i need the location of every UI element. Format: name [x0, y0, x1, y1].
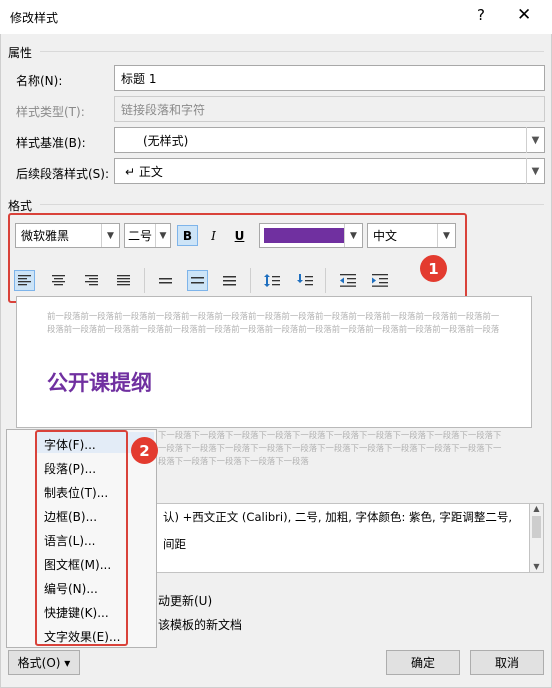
name-label: 名称(N):: [16, 74, 63, 88]
style-type-value: 链接段落和字符: [121, 103, 206, 117]
decrease-indent-button[interactable]: [337, 270, 358, 291]
chevron-down-icon[interactable]: ▼: [526, 158, 544, 184]
preview-heading: 公开课提纲: [47, 371, 152, 395]
one-half-spacing-icon: [191, 277, 204, 284]
increase-indent-icon: [371, 274, 388, 287]
double-spacing-button[interactable]: [219, 270, 240, 291]
chevron-down-icon[interactable]: ▼: [526, 127, 544, 153]
menu-highlight-box: [35, 430, 128, 646]
increase-indent-button[interactable]: [369, 270, 390, 291]
size-value: 二号: [128, 229, 153, 243]
help-button[interactable]: ?: [477, 6, 485, 24]
chevron-down-icon: ▼: [101, 224, 119, 247]
align-right-icon: [85, 275, 98, 286]
size-select[interactable]: 二号 ▼: [124, 223, 171, 248]
space-before-decrease-button[interactable]: [294, 270, 315, 291]
space-before-increase-button[interactable]: [261, 270, 282, 291]
format-button[interactable]: 格式(O) ▾: [8, 650, 80, 675]
ok-button[interactable]: 确定: [386, 650, 460, 675]
single-spacing-icon: [159, 278, 172, 284]
name-field[interactable]: 标题 1: [114, 65, 545, 91]
language-select[interactable]: 中文 ▼: [367, 223, 456, 248]
align-right-button[interactable]: [81, 270, 102, 291]
based-on-value: (无样式): [143, 134, 189, 148]
dialog-title: 修改样式: [10, 11, 59, 25]
align-center-icon: [52, 275, 65, 286]
language-value: 中文: [373, 229, 398, 243]
font-color-swatch: [264, 228, 344, 243]
double-spacing-icon: [223, 276, 236, 286]
next-style-select[interactable]: ↵ 正文: [114, 158, 545, 184]
style-preview: 前一段落前一段落前一段落前一段落前一段落前一段落前一段落前一段落前一段落前一段落…: [16, 296, 532, 428]
annotation-badge-1: 1: [420, 255, 447, 282]
based-on-select[interactable]: (无样式): [114, 127, 545, 153]
style-type-select[interactable]: 链接段落和字符: [114, 96, 545, 122]
scroll-down-icon[interactable]: ▼: [530, 562, 543, 571]
cancel-button[interactable]: 取消: [470, 650, 544, 675]
next-style-label: 后续段落样式(S):: [16, 167, 110, 181]
template-radio-label[interactable]: 该模板的新文档: [158, 616, 242, 633]
chevron-down-icon: ▼: [155, 224, 170, 247]
preview-previous-paragraph: 前一段落前一段落前一段落前一段落前一段落前一段落前一段落前一段落前一段落前一段落…: [47, 311, 500, 334]
preview-next-paragraph: 下一段落下一段落下一段落下一段落下一段落下一段落下一段落下一段落下一段落下一段落…: [158, 430, 502, 466]
scroll-up-icon[interactable]: ▲: [530, 504, 543, 513]
align-left-button[interactable]: [14, 270, 35, 291]
single-spacing-button[interactable]: [155, 270, 176, 291]
chevron-down-icon: ▼: [437, 224, 455, 247]
align-left-icon: [18, 275, 31, 286]
font-color-select[interactable]: ▼: [259, 223, 363, 248]
chevron-down-icon: ▼: [344, 224, 362, 247]
toolbar-separator: [250, 268, 251, 293]
divider: [40, 51, 544, 52]
style-description: 认) +西文正文 (Calibri), 二号, 加粗, 字体颜色: 紫色, 字距…: [156, 503, 530, 573]
font-value: 微软雅黑: [21, 229, 70, 243]
italic-button[interactable]: I: [203, 225, 224, 246]
toolbar-separator: [144, 268, 145, 293]
divider: [40, 204, 544, 205]
justify-icon: [117, 275, 130, 286]
description-line-2: 间距: [163, 537, 186, 551]
underline-button[interactable]: U: [229, 225, 250, 246]
description-line-1: 认) +西文正文 (Calibri), 二号, 加粗, 字体颜色: 紫色, 字距…: [163, 510, 513, 524]
auto-update-checkbox-label[interactable]: 动更新(U): [158, 592, 212, 609]
justify-button[interactable]: [113, 270, 134, 291]
based-on-label: 样式基准(B):: [16, 136, 86, 150]
next-style-value: ↵ 正文: [125, 165, 163, 179]
format-section-label: 格式: [8, 199, 33, 213]
style-type-label: 样式类型(T):: [16, 105, 85, 119]
title-bar: [0, 0, 552, 34]
description-scrollbar[interactable]: ▲ ▼: [529, 503, 544, 573]
scrollbar-thumb[interactable]: [532, 516, 541, 538]
font-select[interactable]: 微软雅黑 ▼: [15, 223, 120, 248]
bold-button[interactable]: B: [177, 225, 198, 246]
properties-section-label: 属性: [8, 46, 33, 60]
paragraph-spacing-down-icon: [296, 274, 313, 286]
annotation-badge-2: 2: [131, 437, 158, 464]
align-center-button[interactable]: [48, 270, 69, 291]
decrease-indent-icon: [339, 274, 356, 287]
toolbar-separator: [325, 268, 326, 293]
paragraph-spacing-up-icon: [263, 274, 280, 287]
close-button[interactable]: ✕: [517, 5, 531, 25]
one-half-spacing-button[interactable]: [187, 270, 208, 291]
